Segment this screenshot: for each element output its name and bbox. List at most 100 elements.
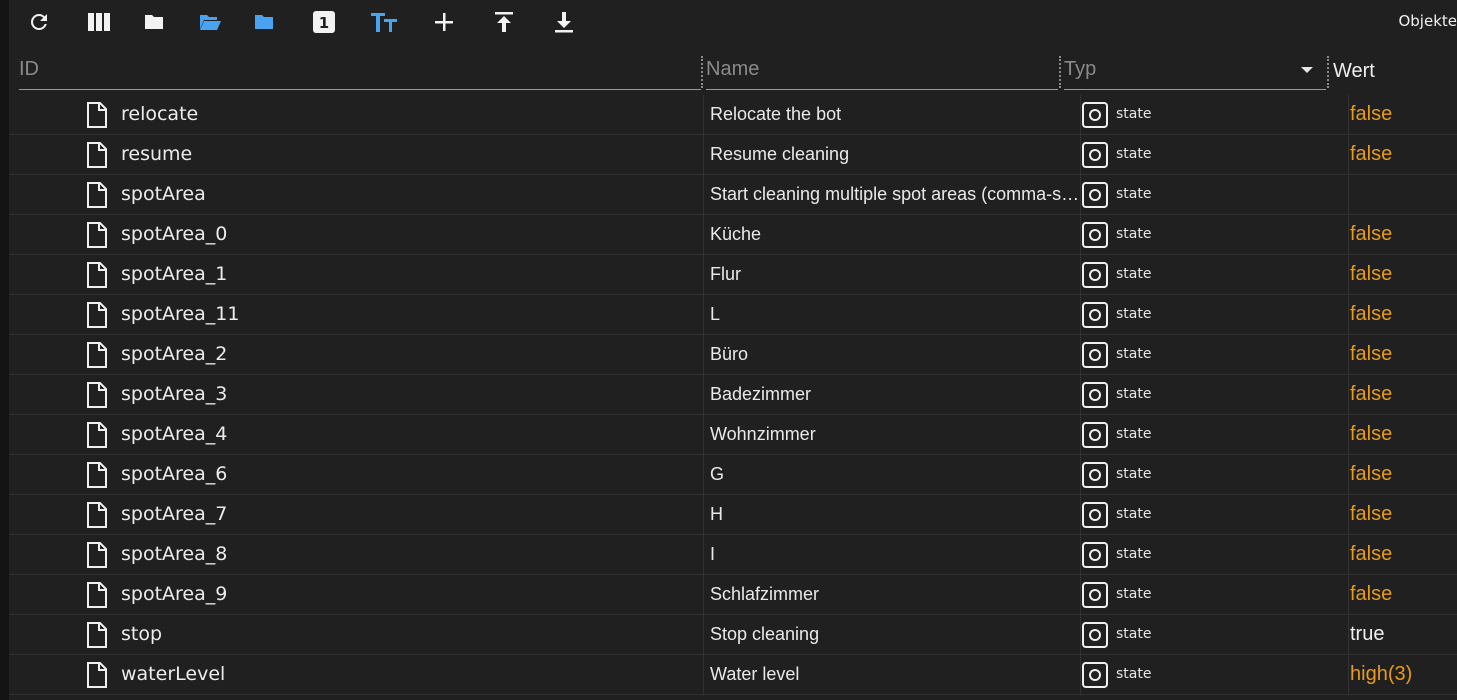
object-type: state <box>1116 306 1152 322</box>
download-icon[interactable] <box>548 6 580 38</box>
object-id[interactable]: spotArea_1 <box>121 263 227 285</box>
folder-open-icon[interactable] <box>194 6 226 38</box>
column-resizer[interactable] <box>1327 56 1329 88</box>
column-divider <box>703 615 704 655</box>
object-value[interactable]: true <box>1350 623 1384 646</box>
object-name[interactable]: Küche <box>710 224 1082 245</box>
object-value[interactable]: false <box>1350 423 1392 446</box>
table-row[interactable]: resume Resume cleaning state false <box>9 135 1457 175</box>
object-id[interactable]: spotArea_11 <box>121 303 239 325</box>
object-name[interactable]: Büro <box>710 344 1082 365</box>
object-value[interactable]: false <box>1350 103 1392 126</box>
folder-icon[interactable] <box>138 6 170 38</box>
folder-blue-icon[interactable] <box>248 6 280 38</box>
table-row[interactable]: waterLevel Water level state high(3) <box>9 655 1457 695</box>
column-divider <box>703 535 704 575</box>
column-divider <box>1348 295 1349 335</box>
state-type-icon <box>1082 582 1108 608</box>
toolbar: 1 Objekte <box>9 0 1457 48</box>
object-id[interactable]: spotArea_2 <box>121 343 227 365</box>
object-name[interactable]: Schlafzimmer <box>710 584 1082 605</box>
object-name[interactable]: G <box>710 464 1082 485</box>
object-id[interactable]: spotArea_9 <box>121 583 227 605</box>
table-row[interactable]: spotArea_3 Badezimmer state false <box>9 375 1457 415</box>
column-divider <box>1348 415 1349 455</box>
table-row[interactable]: relocate Relocate the bot state false <box>9 95 1457 135</box>
file-icon <box>87 502 107 528</box>
object-name[interactable]: L <box>710 304 1082 325</box>
object-name[interactable]: Resume cleaning <box>710 144 1082 165</box>
object-value[interactable]: false <box>1350 543 1392 566</box>
object-name[interactable]: Water level <box>710 664 1082 685</box>
value-text: true <box>1350 623 1385 645</box>
object-id[interactable]: spotArea_3 <box>121 383 227 405</box>
object-id[interactable]: relocate <box>121 103 198 125</box>
column-divider <box>1348 655 1349 695</box>
object-name[interactable]: I <box>710 544 1082 565</box>
table-row[interactable]: spotArea Start cleaning multiple spot ar… <box>9 175 1457 215</box>
object-value[interactable]: false <box>1350 463 1392 486</box>
column-divider <box>1348 175 1349 215</box>
object-id[interactable]: spotArea_7 <box>121 503 227 525</box>
number-one-icon[interactable]: 1 <box>308 6 340 38</box>
table-row[interactable]: spotArea_6 G state false <box>9 455 1457 495</box>
object-value[interactable]: high(3) <box>1350 663 1412 686</box>
upload-icon[interactable] <box>488 6 520 38</box>
object-id[interactable]: stop <box>121 623 162 645</box>
svg-text:1: 1 <box>319 14 329 32</box>
object-name[interactable]: Flur <box>710 264 1082 285</box>
object-value[interactable]: false <box>1350 263 1392 286</box>
object-id[interactable]: spotArea_4 <box>121 423 227 445</box>
state-type-icon <box>1082 462 1108 488</box>
table-row[interactable]: spotArea_11 L state false <box>9 295 1457 335</box>
object-value[interactable]: false <box>1350 343 1392 366</box>
file-icon <box>87 222 107 248</box>
object-value[interactable]: false <box>1350 143 1392 166</box>
object-id[interactable]: spotArea_0 <box>121 223 227 245</box>
object-type: state <box>1116 226 1152 242</box>
state-type-icon <box>1082 142 1108 168</box>
object-value[interactable]: false <box>1350 223 1392 246</box>
object-value[interactable]: false <box>1350 383 1392 406</box>
plus-icon[interactable] <box>428 6 460 38</box>
chevron-down-icon[interactable] <box>1301 67 1313 73</box>
object-id[interactable]: spotArea_8 <box>121 543 227 565</box>
table-row[interactable]: spotArea_4 Wohnzimmer state false <box>9 415 1457 455</box>
column-resizer[interactable] <box>701 56 703 88</box>
table-row[interactable]: spotArea_1 Flur state false <box>9 255 1457 295</box>
object-value[interactable]: false <box>1350 583 1392 606</box>
table-row[interactable]: spotArea_9 Schlafzimmer state false <box>9 575 1457 615</box>
object-table: relocate Relocate the bot state false re… <box>9 95 1457 695</box>
object-id[interactable]: resume <box>121 143 192 165</box>
id-filter-input[interactable] <box>19 52 701 81</box>
refresh-icon[interactable] <box>23 6 55 38</box>
value-text: false <box>1350 503 1393 525</box>
object-id[interactable]: spotArea <box>121 183 206 205</box>
column-divider <box>1348 255 1349 295</box>
name-filter-input[interactable] <box>706 52 1058 81</box>
typ-filter-select[interactable] <box>1064 52 1326 81</box>
object-name[interactable]: Relocate the bot <box>710 104 1082 125</box>
object-name[interactable]: H <box>710 504 1082 525</box>
object-name[interactable]: Badezimmer <box>710 384 1082 405</box>
text-size-icon[interactable] <box>368 6 400 38</box>
table-row[interactable]: spotArea_8 I state false <box>9 535 1457 575</box>
object-name[interactable]: Stop cleaning <box>710 624 1082 645</box>
object-id[interactable]: spotArea_6 <box>121 463 227 485</box>
object-value[interactable]: false <box>1350 503 1392 526</box>
columns-icon[interactable] <box>83 6 115 38</box>
object-value[interactable]: false <box>1350 303 1392 326</box>
column-resizer[interactable] <box>1059 56 1061 88</box>
object-name[interactable]: Start cleaning multiple spot areas (comm… <box>710 184 1082 205</box>
table-row[interactable]: stop Stop cleaning state true <box>9 615 1457 655</box>
file-icon <box>87 102 107 128</box>
name-filter <box>706 52 1058 90</box>
state-type-icon <box>1082 342 1108 368</box>
column-divider <box>703 495 704 535</box>
object-name[interactable]: Wohnzimmer <box>710 424 1082 445</box>
value-text: false <box>1350 543 1393 565</box>
object-id[interactable]: waterLevel <box>121 663 225 685</box>
table-row[interactable]: spotArea_2 Büro state false <box>9 335 1457 375</box>
table-row[interactable]: spotArea_7 H state false <box>9 495 1457 535</box>
table-row[interactable]: spotArea_0 Küche state false <box>9 215 1457 255</box>
